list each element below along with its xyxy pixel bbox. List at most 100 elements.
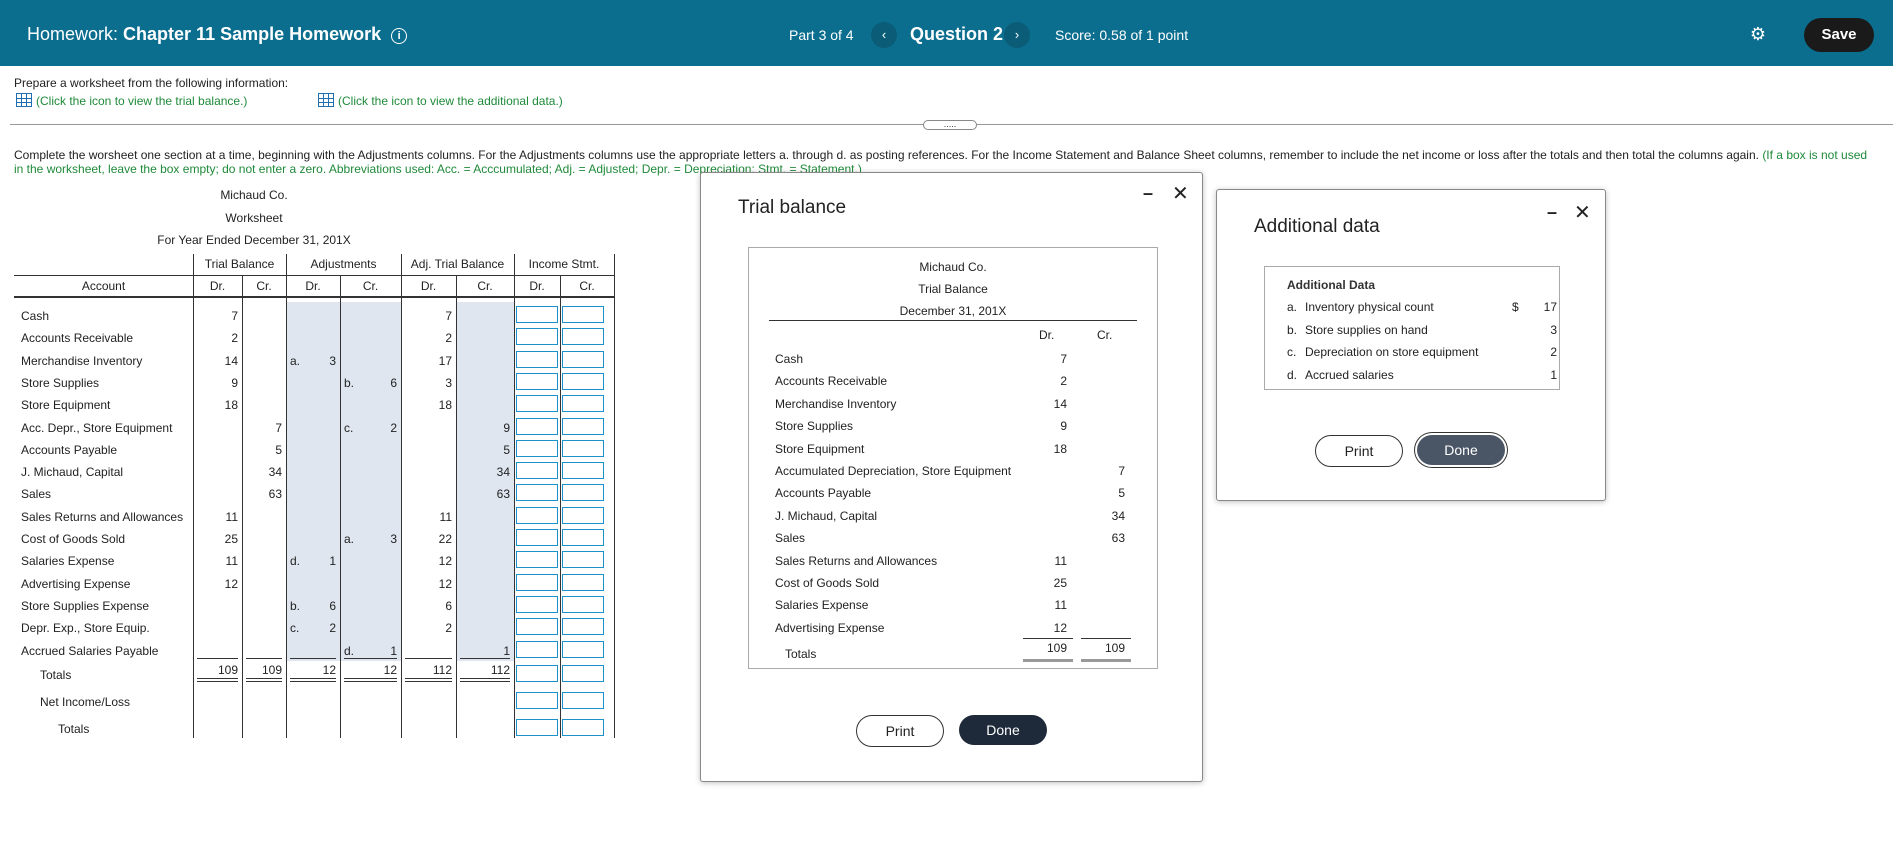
net-income-dr-input[interactable] xyxy=(516,691,558,709)
income-stmt-total-dr-input[interactable] xyxy=(516,664,558,682)
tb-dr-value: 11 xyxy=(1054,553,1067,568)
additional-data-link[interactable]: (Click the icon to view the additional d… xyxy=(318,93,563,108)
close-icon[interactable]: ✕ xyxy=(1574,200,1591,225)
table-row: Sales Returns and Allowances 11 11 xyxy=(14,505,614,527)
chevron-left-icon: ‹ xyxy=(881,27,887,42)
income-stmt-cr-input[interactable] xyxy=(562,462,604,480)
tb-cr-header: Cr. xyxy=(1097,328,1113,342)
double-underline xyxy=(197,677,238,679)
income-stmt-dr-input[interactable] xyxy=(516,573,558,591)
net-income-cr-input[interactable] xyxy=(562,691,604,709)
item-letter: d. xyxy=(1287,367,1298,382)
income-stmt-dr-input[interactable] xyxy=(516,551,558,569)
income-stmt-dr-input[interactable] xyxy=(516,439,558,457)
gear-icon[interactable]: ⚙ xyxy=(1748,24,1768,44)
trial-balance-link[interactable]: (Click the icon to view the trial balanc… xyxy=(16,93,247,108)
trial-balance-row: Merchandise Inventory 14 xyxy=(749,393,1149,415)
resize-handle[interactable]: ..... xyxy=(923,120,977,130)
tb-dr-value: 11 xyxy=(1054,598,1067,613)
account-name: Acc. Depr., Store Equipment xyxy=(21,420,173,435)
tb-underline xyxy=(1081,637,1131,639)
income-stmt-dr-input[interactable] xyxy=(516,506,558,524)
income-stmt-cr-input[interactable] xyxy=(562,573,604,591)
next-question-button[interactable]: › xyxy=(1004,22,1030,48)
question-title: Question 2 xyxy=(910,24,1004,44)
close-icon[interactable]: ✕ xyxy=(1172,181,1189,206)
income-stmt-cr-input[interactable] xyxy=(562,350,604,368)
minimize-icon[interactable]: – xyxy=(1547,202,1557,223)
income-stmt-cr-input[interactable] xyxy=(562,618,604,636)
income-stmt-cr-input[interactable] xyxy=(562,484,604,502)
income-stmt-dr-input[interactable] xyxy=(516,462,558,480)
minimize-icon[interactable]: – xyxy=(1143,183,1153,204)
income-stmt-cr-input[interactable] xyxy=(562,417,604,435)
final-total-dr-input[interactable] xyxy=(516,718,558,736)
print-button[interactable]: Print xyxy=(1315,435,1403,467)
account-name: Cost of Goods Sold xyxy=(21,532,126,546)
save-button[interactable]: Save xyxy=(1804,18,1874,52)
final-total-cr-input[interactable] xyxy=(562,718,604,736)
previous-question-button[interactable]: ‹ xyxy=(871,22,897,48)
income-stmt-dr-input[interactable] xyxy=(516,595,558,613)
cell-value: 2 xyxy=(390,420,397,435)
trial-balance-link-text[interactable]: (Click the icon to view the trial balanc… xyxy=(36,94,247,108)
income-stmt-total-cr-input[interactable] xyxy=(562,664,604,682)
income-stmt-cr-input[interactable] xyxy=(562,506,604,524)
trial-balance-table: Michaud Co. Trial Balance December 31, 2… xyxy=(748,247,1158,669)
income-stmt-dr-input[interactable] xyxy=(516,395,558,413)
additional-data-link-text[interactable]: (Click the icon to view the additional d… xyxy=(338,94,563,108)
income-stmt-cr-input[interactable] xyxy=(562,439,604,457)
income-stmt-dr-input[interactable] xyxy=(516,618,558,636)
income-stmt-dr-input[interactable] xyxy=(516,372,558,390)
income-stmt-dr-input[interactable] xyxy=(516,417,558,435)
income-stmt-dr-input[interactable] xyxy=(516,306,558,323)
cr-header: Cr. xyxy=(256,279,272,293)
account-name: Sales xyxy=(21,487,52,502)
worksheet-company: Michaud Co. xyxy=(220,188,288,202)
income-stmt-cr-input[interactable] xyxy=(562,395,604,413)
account-name: Advertising Expense xyxy=(21,576,131,591)
income-stmt-dr-input[interactable] xyxy=(516,529,558,546)
done-button[interactable]: Done xyxy=(1417,435,1505,465)
tb-account-name: Advertising Expense xyxy=(775,620,885,635)
tb-account-name: Merchandise Inventory xyxy=(775,396,897,411)
dialog-title: Additional data xyxy=(1254,216,1380,237)
tb-account-name: Store Equipment xyxy=(775,441,865,456)
tb-cr-value: 5 xyxy=(1118,486,1125,501)
top-bar: Homework: Chapter 11 Sample Homework i Pa… xyxy=(0,0,1893,66)
account-name: Sales Returns and Allowances xyxy=(21,509,184,524)
income-stmt-cr-input[interactable] xyxy=(562,306,604,323)
totals-label: Totals xyxy=(40,667,72,682)
account-name: Depr. Exp., Store Equip. xyxy=(21,621,150,636)
income-stmt-cr-input[interactable] xyxy=(562,551,604,569)
cell-value: 7 xyxy=(445,309,452,323)
tb-account-name: Sales Returns and Allowances xyxy=(775,553,938,568)
income-stmt-cr-input[interactable] xyxy=(562,328,604,346)
table-row: Cost of Goods Sold 25 a. 3 22 xyxy=(14,527,614,549)
cr-header: Cr. xyxy=(477,279,493,293)
additional-data-dialog: Additional data – ✕ Additional Data a. In… xyxy=(1216,189,1606,501)
table-icon[interactable] xyxy=(16,93,32,107)
income-stmt-dr-input[interactable] xyxy=(516,328,558,346)
homework-prefix: Homework: xyxy=(27,24,119,44)
income-stmt-cr-input[interactable] xyxy=(562,372,604,390)
tb-cr-value: 7 xyxy=(1118,464,1125,478)
table-icon[interactable] xyxy=(318,93,334,107)
column-group-header: Adjustments xyxy=(310,257,377,271)
income-stmt-dr-input[interactable] xyxy=(516,484,558,502)
account-name: Salaries Expense xyxy=(21,554,115,569)
income-stmt-dr-input[interactable] xyxy=(516,640,558,658)
cell-value: 1 xyxy=(329,554,336,569)
income-stmt-cr-input[interactable] xyxy=(562,595,604,613)
done-button[interactable]: Done xyxy=(959,715,1047,745)
additional-data-row: b. Store supplies on hand 3 xyxy=(1287,320,1567,342)
income-stmt-cr-input[interactable] xyxy=(562,529,604,546)
info-icon[interactable]: i xyxy=(391,28,408,44)
cell-value: 22 xyxy=(438,532,452,546)
tb-account-name: Cash xyxy=(775,352,804,366)
income-stmt-dr-input[interactable] xyxy=(516,350,558,368)
print-button[interactable]: Print xyxy=(856,715,944,747)
income-stmt-cr-input[interactable] xyxy=(562,640,604,658)
dr-header: Dr. xyxy=(209,279,226,293)
trial-balance-row: Cash 7 xyxy=(749,348,1149,370)
